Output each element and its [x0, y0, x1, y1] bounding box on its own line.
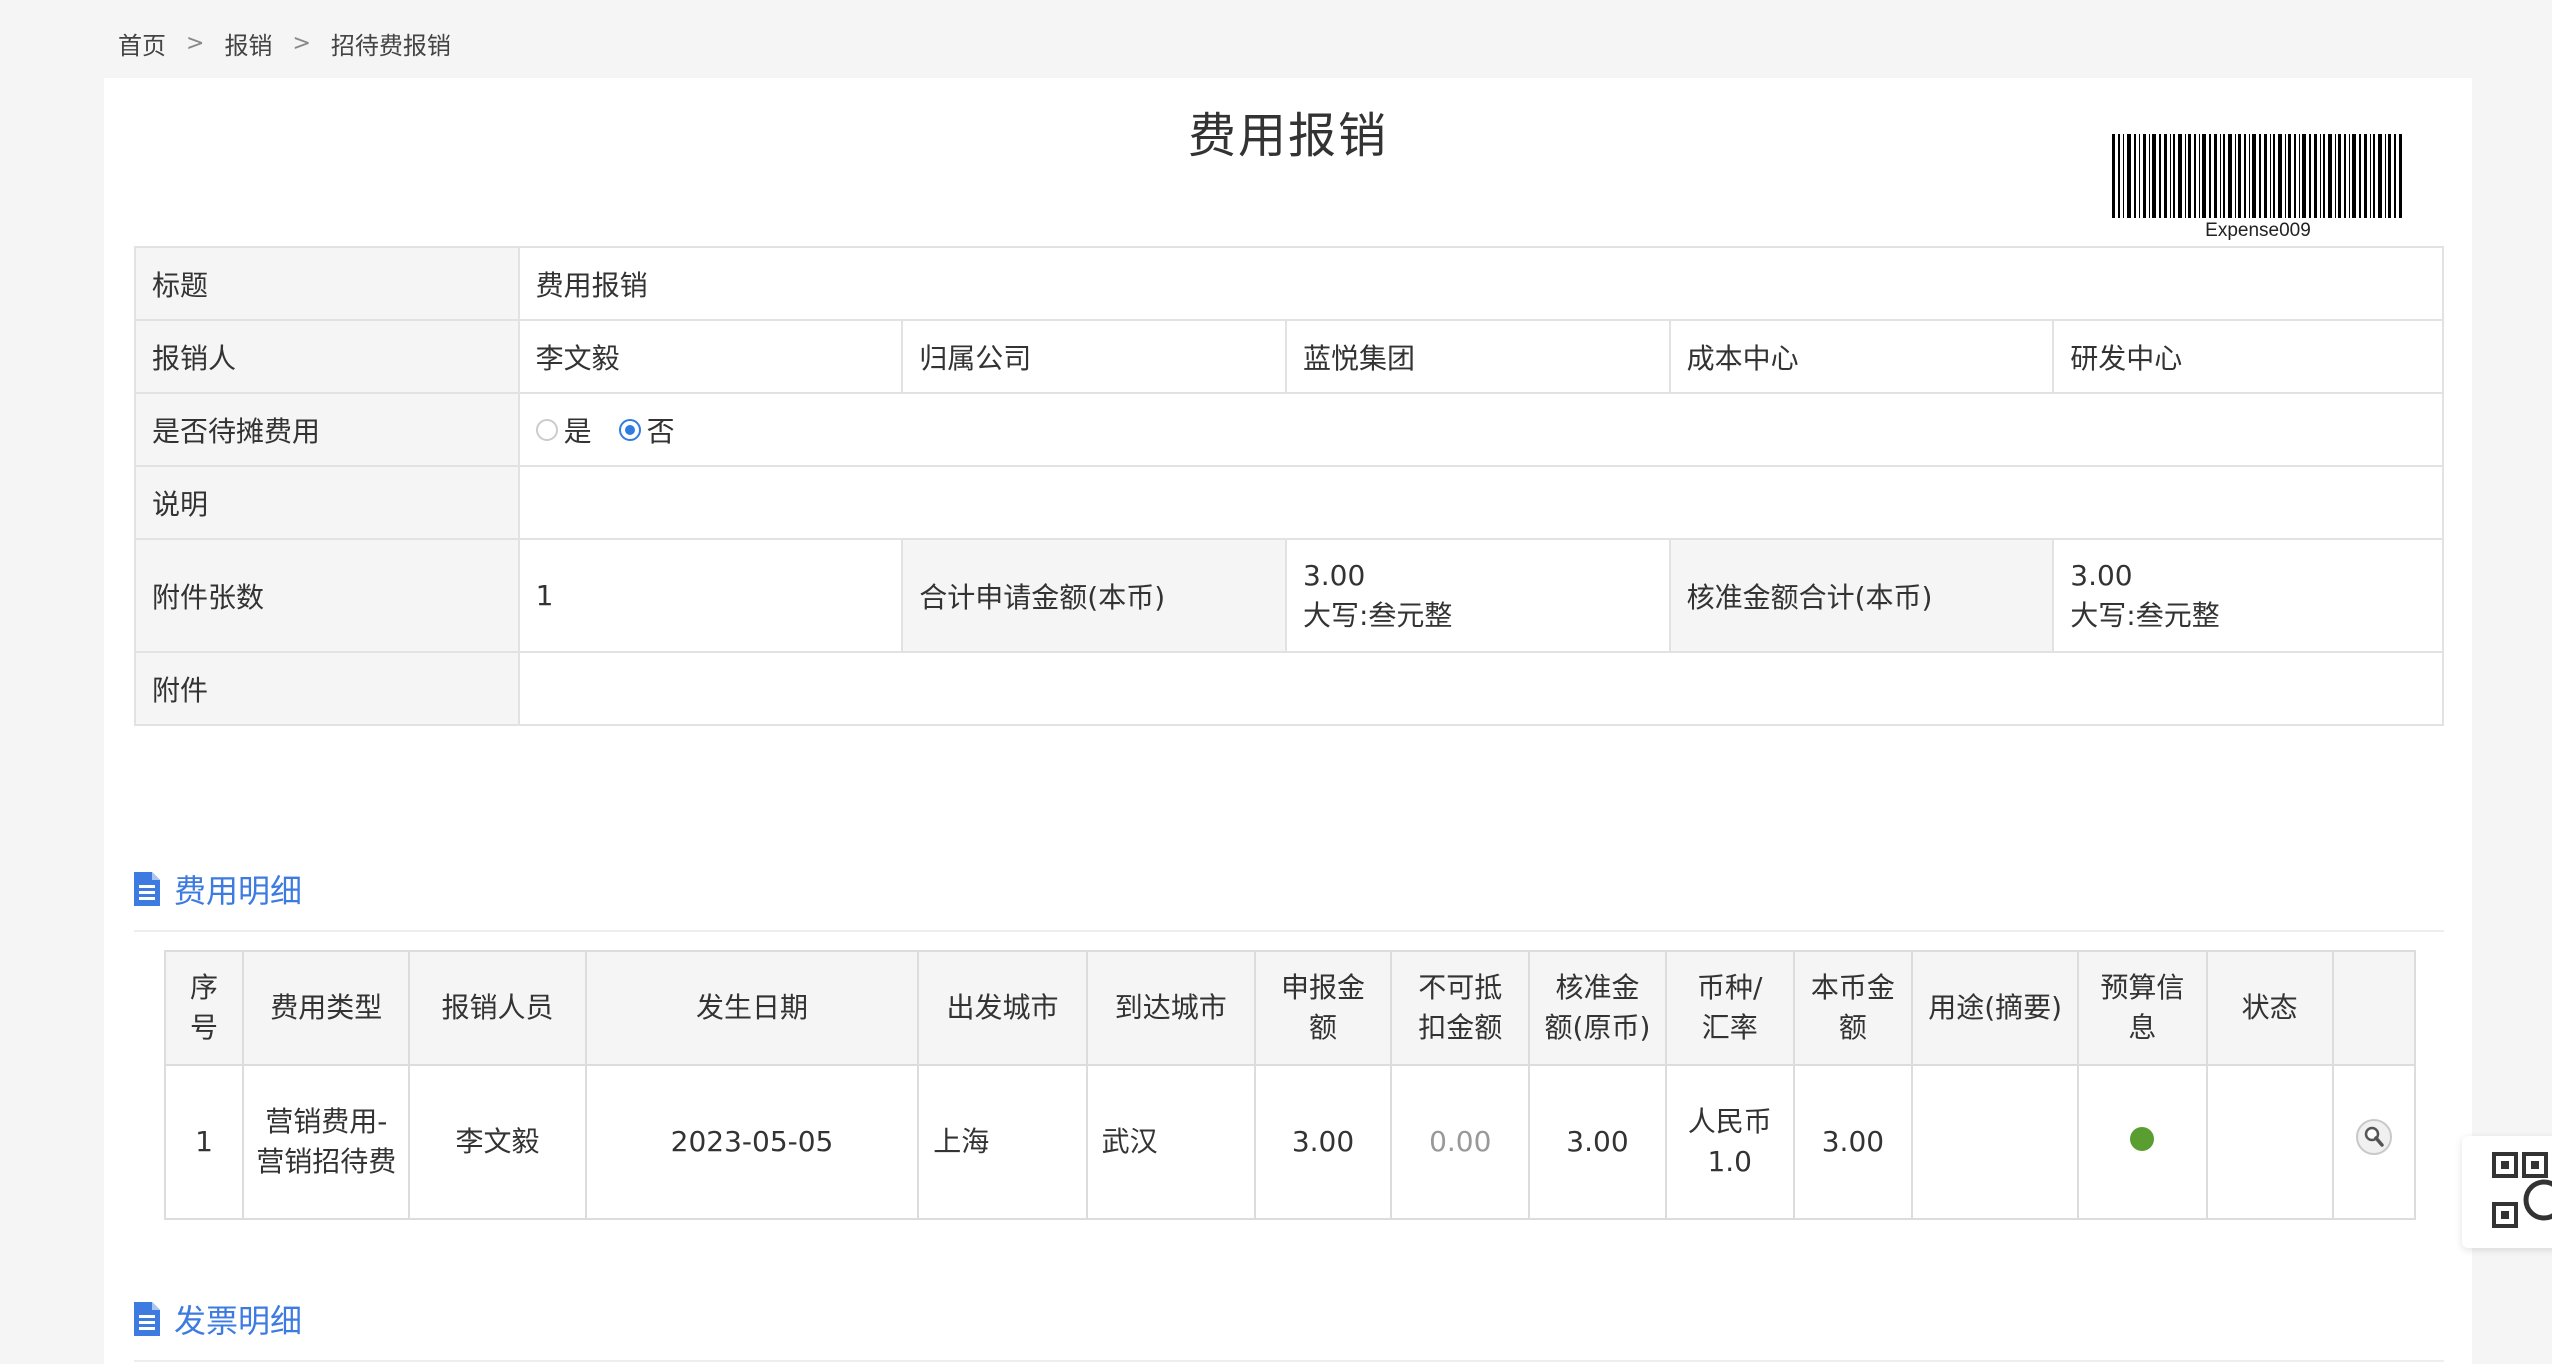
barcode-label: Expense009 — [2205, 220, 2311, 241]
total-apply-words: 大写:叁元整 — [1302, 598, 1453, 632]
cell-actions — [2331, 1064, 2417, 1220]
col-header-to: 到达城市 — [1085, 950, 1256, 1066]
cell-to-city: 武汉 — [1085, 1064, 1256, 1220]
amortize-no-label: 否 — [646, 414, 675, 448]
form-row-amounts: 附件张数 1 合计申请金额(本币) 3.00 大写:叁元整 核准金额合计(本币)… — [134, 538, 2444, 653]
title-label: 标题 — [134, 246, 520, 321]
cell-non-deductible: 0.00 — [1390, 1064, 1531, 1220]
cell-local-amount: 3.00 — [1792, 1064, 1914, 1220]
col-header-non-deductible: 不可抵 扣金额 — [1390, 950, 1531, 1066]
col-header-budget: 预算信 息 — [2077, 950, 2208, 1066]
col-header-no: 序 号 — [163, 950, 245, 1066]
chevron-right-icon: > — [292, 31, 311, 56]
cell-budget — [2077, 1064, 2208, 1220]
amortize-label: 是否待摊费用 — [134, 392, 520, 467]
breadcrumb: 首页 > 报销 > 招待费报销 — [118, 26, 451, 61]
cell-currency-rate: 人民币 1.0 — [1664, 1064, 1795, 1220]
company-value: 蓝悦集团 — [1284, 319, 1671, 394]
total-apply-amount: 3.00 — [1302, 558, 1366, 592]
invoice-detail-title: 发票明细 — [174, 1302, 303, 1340]
claimant-label: 报销人 — [134, 319, 520, 394]
expense-detail-table: 序 号 费用类型 报销人员 发生日期 出发城市 到达城市 申报金 额 不可抵 扣… — [163, 950, 2417, 1220]
total-apply-cell: 3.00 大写:叁元整 — [1284, 538, 1671, 653]
attach-count-label: 附件张数 — [134, 538, 520, 653]
magnifier-icon[interactable] — [2355, 1118, 2393, 1156]
cell-amount: 3.00 — [1253, 1064, 1393, 1220]
qr-scan-widget[interactable] — [2462, 1136, 2552, 1248]
amortize-radio-group: 是 否 — [517, 392, 2445, 467]
form-row-description: 说明 — [134, 465, 2445, 540]
qr-search-icon — [2492, 1152, 2552, 1228]
col-header-status: 状态 — [2205, 950, 2334, 1066]
total-approved-amount: 3.00 — [2070, 558, 2133, 592]
form-row-attachment: 附件 — [134, 651, 2445, 726]
claimant-value: 李文毅 — [517, 319, 904, 394]
cost-center-value: 研发中心 — [2052, 319, 2444, 394]
cell-person: 李文毅 — [408, 1064, 587, 1220]
form-row-claimant: 报销人 李文毅 归属公司 蓝悦集团 成本中心 研发中心 — [134, 319, 2444, 394]
expense-header-form: 标题 费用报销 报销人 李文毅 归属公司 蓝悦集团 成本中心 研发中心 是否待摊… — [134, 246, 2445, 726]
cost-center-label: 成本中心 — [1668, 319, 2055, 394]
breadcrumb-current: 招待费报销 — [330, 32, 451, 60]
currency-name: 人民币 — [1687, 1105, 1772, 1138]
col-header-currency: 币种/ 汇率 — [1664, 950, 1795, 1066]
total-approved-cell: 3.00 大写:叁元整 — [2052, 538, 2444, 653]
cell-type: 营销费用-营销招待费 — [242, 1064, 411, 1220]
col-header-approved: 核准金 额(原币) — [1528, 950, 1667, 1066]
amortize-no-radio[interactable] — [618, 418, 641, 441]
col-header-type: 费用类型 — [242, 950, 411, 1066]
col-header-purpose: 用途(摘要) — [1911, 950, 2080, 1066]
company-label: 归属公司 — [901, 319, 1287, 394]
table-header-row: 序 号 费用类型 报销人员 发生日期 出发城市 到达城市 申报金 额 不可抵 扣… — [163, 950, 2417, 1066]
attach-count-value: 1 — [517, 538, 904, 653]
document-icon — [134, 872, 160, 906]
total-approved-label: 核准金额合计(本币) — [1668, 538, 2055, 653]
col-header-actions — [2331, 950, 2417, 1066]
col-header-local-amount: 本币金 额 — [1792, 950, 1914, 1066]
col-header-person: 报销人员 — [408, 950, 587, 1066]
form-row-title: 标题 费用报销 — [134, 246, 2445, 321]
cell-from-city: 上海 — [917, 1064, 1088, 1220]
cell-purpose — [1911, 1064, 2080, 1220]
invoice-detail-header: 发票明细 — [134, 1296, 2444, 1362]
attachment-value — [517, 651, 2445, 726]
expense-detail-title: 费用明细 — [174, 872, 303, 910]
barcode-image — [2112, 134, 2402, 218]
col-header-amount: 申报金 额 — [1253, 950, 1393, 1066]
cell-status — [2205, 1064, 2334, 1220]
title-value: 费用报销 — [517, 246, 2445, 321]
amortize-yes-radio[interactable] — [535, 418, 558, 441]
form-row-amortize: 是否待摊费用 是 否 — [134, 392, 2445, 467]
breadcrumb-reimburse[interactable]: 报销 — [224, 26, 272, 61]
expense-card: 费用报销 Expense009 标题 费用报销 报销人 李文毅 归属公司 蓝悦集… — [104, 78, 2472, 1364]
cell-approved: 3.00 — [1528, 1064, 1667, 1220]
col-header-date: 发生日期 — [584, 950, 920, 1066]
breadcrumb-home[interactable]: 首页 — [118, 26, 166, 61]
total-apply-label: 合计申请金额(本币) — [901, 538, 1287, 653]
expense-detail-header: 费用明细 — [134, 866, 2444, 932]
amortize-yes-label: 是 — [563, 414, 592, 448]
exchange-rate: 1.0 — [1707, 1145, 1752, 1178]
table-row: 1 营销费用-营销招待费 李文毅 2023-05-05 上海 武汉 3.00 0… — [163, 1064, 2417, 1220]
total-approved-words: 大写:叁元整 — [2070, 598, 2220, 632]
budget-status-dot[interactable] — [2130, 1127, 2155, 1151]
cell-no: 1 — [163, 1064, 245, 1220]
col-header-from: 出发城市 — [917, 950, 1088, 1066]
attachment-label: 附件 — [134, 651, 520, 726]
chevron-right-icon: > — [186, 31, 205, 56]
description-label: 说明 — [134, 465, 520, 540]
document-icon — [134, 1302, 160, 1336]
description-value — [517, 465, 2445, 540]
cell-date: 2023-05-05 — [584, 1064, 920, 1220]
